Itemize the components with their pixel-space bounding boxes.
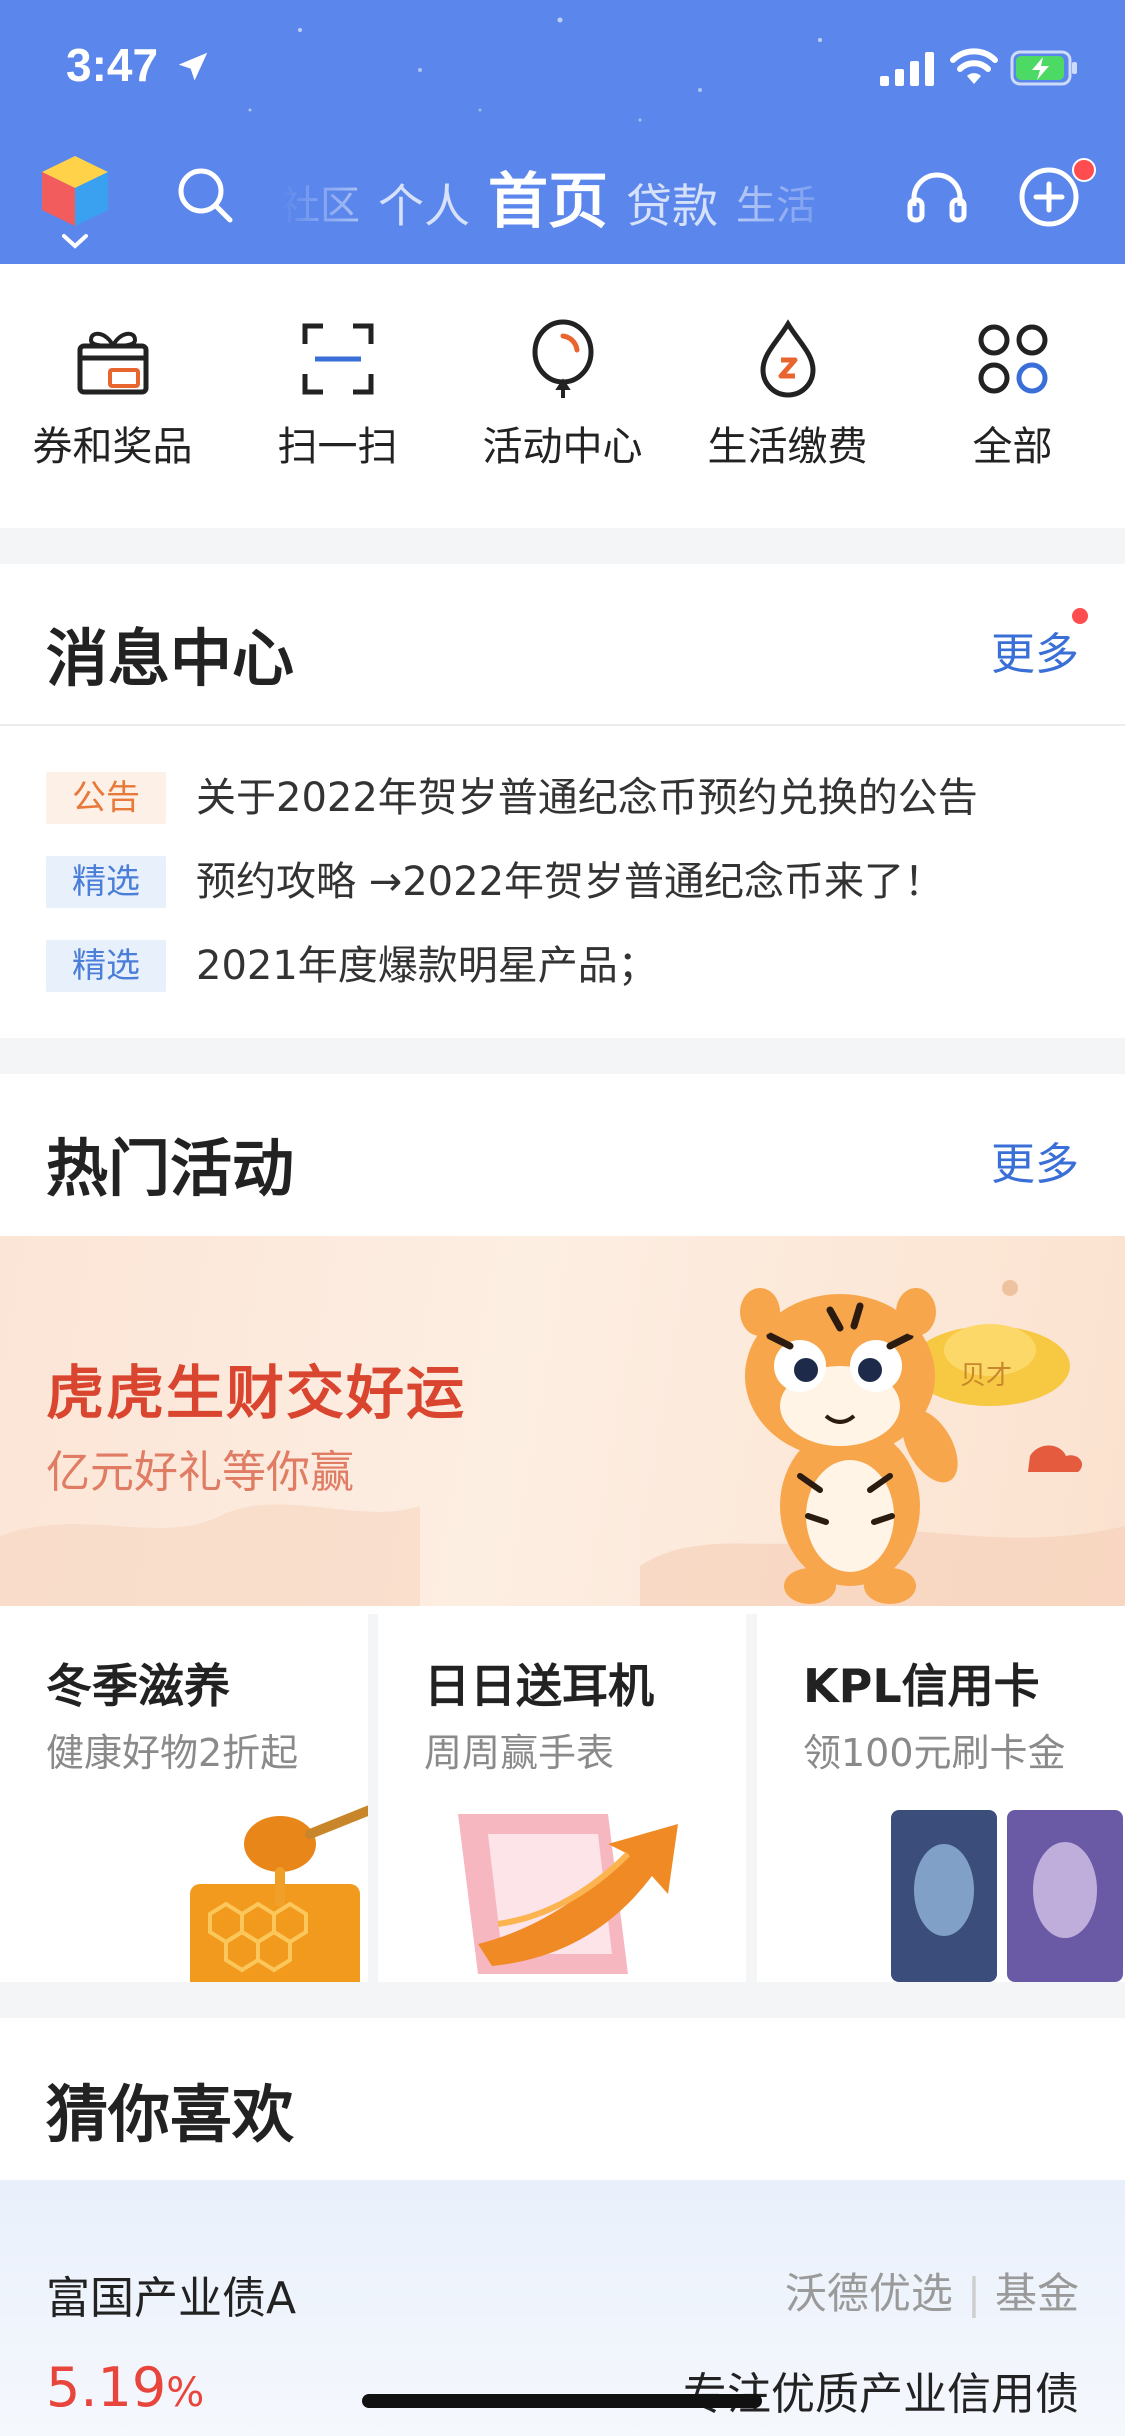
quick-action-label: 活动中心 — [482, 424, 643, 470]
home-indicator[interactable] — [362, 2394, 762, 2408]
fund-rate-unit: % — [166, 2370, 205, 2416]
gift-coupon-icon — [77, 331, 149, 395]
status-time: 3:47 — [66, 39, 159, 91]
cellular-signal-icon — [880, 52, 934, 86]
hot-activities-card: 热门活动 更多 虎虎生财交好运 亿元好礼等你赢 贝才 冬季滋养 健康好物2折起 … — [0, 1074, 1125, 1982]
battery-charging-icon — [1010, 50, 1077, 86]
promo-subtitle: 周周赢手表 — [424, 1731, 615, 1775]
message-item[interactable]: 精选 2021年度爆款明星产品； — [46, 934, 1086, 998]
fund-rate-value: 5.19 — [46, 2356, 167, 2419]
top-header: 3:47 社区 个人 首页 贷款 生活 — [0, 0, 1125, 264]
status-bar: 3:47 — [0, 0, 1125, 140]
fund-tags: 沃德优选 | 基金 — [784, 2269, 1079, 2318]
promo-winter-nourish[interactable]: 冬季滋养 健康好物2折起 — [0, 1614, 368, 1982]
fund-description: 专注优质产业信用债 — [683, 2369, 1079, 2420]
message-item[interactable]: 公告 关于2022年贺岁普通纪念币预约兑换的公告 — [46, 766, 1086, 830]
message-text: 关于2022年贺岁普通纪念币预约兑换的公告 — [196, 775, 978, 821]
quick-action-all[interactable]: 全部 — [900, 264, 1125, 528]
quick-action-label: 全部 — [972, 424, 1053, 470]
bill-drop-icon — [760, 319, 816, 398]
message-center-title: 消息中心 — [46, 622, 295, 695]
hot-activities-title: 热门活动 — [46, 1132, 295, 1205]
message-text: 2021年度爆款明星产品； — [196, 943, 658, 989]
unread-dot — [1072, 608, 1088, 624]
tab-home[interactable]: 首页 — [488, 166, 608, 238]
promo-daily-earphones[interactable]: 日日送耳机 周周赢手表 — [378, 1614, 746, 1982]
tiger-mascot-icon: 贝才 — [740, 1288, 1083, 1604]
quick-action-scan[interactable]: 扫一扫 — [225, 264, 450, 528]
headset-support-icon[interactable] — [906, 168, 968, 230]
message-center-card: 消息中心 更多 公告 关于2022年贺岁普通纪念币预约兑换的公告 精选 预约攻略… — [0, 564, 1125, 1038]
tab-life[interactable]: 生活 — [736, 174, 816, 238]
guess-you-like-title: 猜你喜欢 — [46, 2078, 295, 2151]
tab-loans[interactable]: 贷款 — [626, 174, 718, 238]
promo-title: 冬季滋养 — [46, 1659, 230, 1713]
location-arrow-icon — [178, 52, 208, 81]
quick-action-coupons[interactable]: 券和奖品 — [0, 264, 225, 528]
quick-action-bill-pay[interactable]: 生活缴费 — [675, 264, 900, 528]
fund-rate: 5.19% — [46, 2356, 204, 2419]
promo-subtitle: 领100元刷卡金 — [803, 1731, 1066, 1775]
tab-community[interactable]: 社区 — [280, 174, 360, 238]
divider — [0, 724, 1125, 726]
app-logo-cube-icon[interactable] — [38, 152, 112, 252]
fund-tag: 基金 — [994, 2269, 1079, 2318]
rising-arrow-icon — [458, 1814, 678, 1974]
hot-activities-more-link[interactable]: 更多 — [991, 1128, 1079, 1192]
banner-subtitle: 亿元好礼等你赢 — [46, 1447, 354, 1498]
message-text: 预约攻略 →2022年贺岁普通纪念币来了！ — [196, 859, 945, 905]
grid-icon — [978, 324, 1048, 394]
promo-kpl-credit-card[interactable]: KPL信用卡 领100元刷卡金 — [757, 1614, 1125, 1982]
top-tabs: 社区 个人 首页 贷款 生活 — [280, 158, 880, 238]
honey-icon — [190, 1805, 368, 1982]
quick-action-label: 生活缴费 — [707, 424, 868, 470]
wifi-icon — [950, 48, 998, 84]
ingot-text: 贝才 — [960, 1361, 1012, 1391]
promo-subtitle: 健康好物2折起 — [46, 1731, 299, 1775]
search-icon[interactable] — [174, 164, 236, 226]
promo-banner[interactable]: 虎虎生财交好运 亿元好礼等你赢 贝才 — [0, 1236, 1125, 1606]
scan-icon — [302, 323, 374, 395]
fund-name: 富国产业债A — [46, 2273, 297, 2324]
promo-title: 日日送耳机 — [424, 1659, 654, 1713]
message-item[interactable]: 精选 预约攻略 →2022年贺岁普通纪念币来了！ — [46, 850, 1086, 914]
notification-dot — [1072, 158, 1096, 182]
main-nav: 社区 个人 首页 贷款 生活 — [0, 140, 1125, 264]
tab-personal[interactable]: 个人 — [378, 174, 470, 238]
fund-tag: 沃德优选 — [784, 2269, 953, 2318]
featured-badge: 精选 — [46, 856, 166, 908]
notice-badge: 公告 — [46, 772, 166, 824]
quick-actions: 券和奖品 扫一扫 活动中心 生活缴费 全部 — [0, 264, 1125, 528]
quick-action-label: 券和奖品 — [32, 424, 193, 470]
quick-action-activity-center[interactable]: 活动中心 — [450, 264, 675, 528]
guess-you-like-card: 猜你喜欢 富国产业债A 沃德优选 | 基金 5.19% 专注优质产业信用债 — [0, 2018, 1125, 2436]
credit-cards-icon — [891, 1810, 1123, 1982]
promo-title: KPL信用卡 — [803, 1659, 1040, 1713]
balloon-icon — [532, 319, 594, 398]
quick-action-label: 扫一扫 — [277, 424, 398, 470]
promo-row: 冬季滋养 健康好物2折起 日日送耳机 周周赢手表 KPL信用卡 领100元刷卡金 — [0, 1614, 1125, 1982]
featured-badge: 精选 — [46, 940, 166, 992]
banner-title: 虎虎生财交好运 — [46, 1359, 467, 1427]
message-center-more-link[interactable]: 更多 — [991, 618, 1079, 682]
